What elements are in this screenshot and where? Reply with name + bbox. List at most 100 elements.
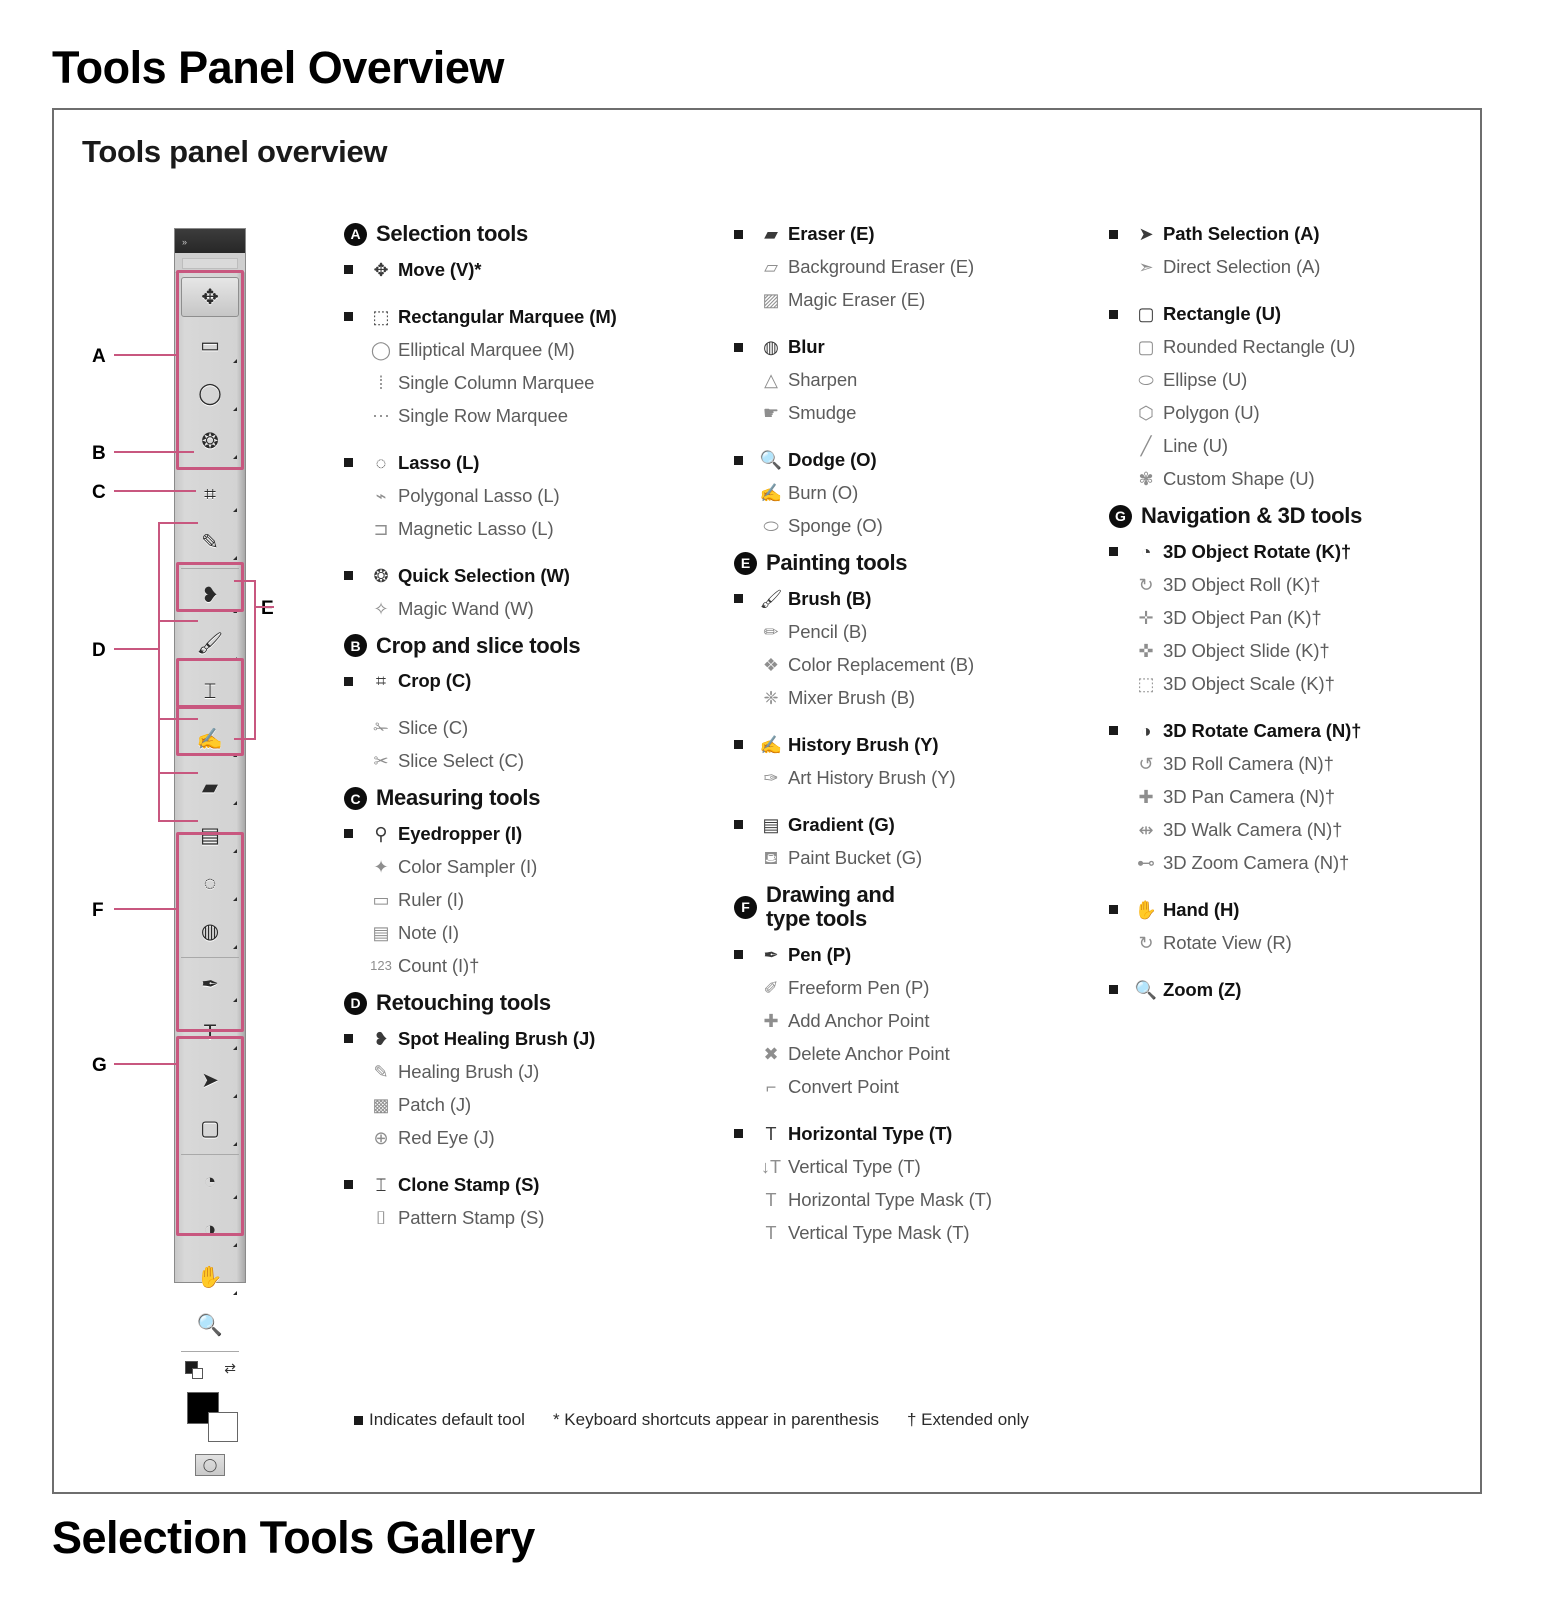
palette-slot-move-tool[interactable]: ✥ <box>175 273 245 321</box>
palette-slot-horizontal-type-tool[interactable]: T <box>175 1008 245 1056</box>
flyout-triangle-icon[interactable] <box>233 1291 237 1295</box>
tool-row[interactable]: ╱ Line (U) <box>1109 434 1469 467</box>
tool-row[interactable]: ✚ 3D Pan Camera (N)† <box>1109 785 1469 818</box>
quick-mask-icon[interactable]: ◯ <box>195 1454 225 1476</box>
tool-row[interactable]: ▱ Background Eraser (E) <box>734 255 1079 288</box>
tool-row[interactable]: △ Sharpen <box>734 368 1079 401</box>
tool-row[interactable]: ❖ Color Replacement (B) <box>734 653 1079 686</box>
tool-row[interactable]: ✍ Burn (O) <box>734 481 1079 514</box>
palette-slot-crop-tool[interactable]: ⌗ <box>175 470 245 518</box>
flyout-triangle-icon[interactable] <box>233 801 237 805</box>
palette-slot-lasso-tool[interactable]: ◯ <box>175 369 245 417</box>
palette-slot-3d-rotate-camera-tool[interactable]: ◑ <box>175 1205 245 1253</box>
tool-row[interactable]: ⬚ Rectangular Marquee (M) <box>344 305 694 338</box>
foreground-background-colors[interactable] <box>175 1388 245 1446</box>
tool-row[interactable]: ⁞ Single Column Marquee <box>344 371 694 404</box>
flyout-triangle-icon[interactable] <box>233 508 237 512</box>
flyout-triangle-icon[interactable] <box>233 556 237 560</box>
flyout-triangle-icon[interactable] <box>233 705 237 709</box>
palette-slot-zoom-tool[interactable]: 🔍 <box>175 1301 245 1349</box>
palette-slot-3d-object-rotate-tool[interactable]: ◔ <box>175 1157 245 1205</box>
flyout-triangle-icon[interactable] <box>233 1094 237 1098</box>
tool-row[interactable]: ✾ Custom Shape (U) <box>1109 467 1469 500</box>
tool-row[interactable]: ⋯ Single Row Marquee <box>344 404 694 437</box>
tool-row[interactable]: ⌗ Crop (C) <box>344 669 694 702</box>
palette-slot-path-selection-tool[interactable]: ➤ <box>175 1056 245 1104</box>
palette-slot-brush-tool[interactable]: 🖌 <box>175 619 245 667</box>
tool-row[interactable]: ✍ History Brush (Y) <box>734 733 1079 766</box>
flyout-triangle-icon[interactable] <box>233 1046 237 1050</box>
flyout-triangle-icon[interactable] <box>233 407 237 411</box>
tool-row[interactable]: ⌶ Clone Stamp (S) <box>344 1173 694 1206</box>
default-colors-row[interactable]: ⇄ <box>175 1354 245 1388</box>
tool-row[interactable]: ⊷ 3D Zoom Camera (N)† <box>1109 851 1469 884</box>
palette-slot-eraser-tool[interactable]: ▰ <box>175 763 245 811</box>
tool-row[interactable]: ⇹ 3D Walk Camera (N)† <box>1109 818 1469 851</box>
tool-row[interactable]: ☛ Smudge <box>734 401 1079 434</box>
tool-row[interactable]: ✛ 3D Object Pan (K)† <box>1109 606 1469 639</box>
palette-slot-blur-tool[interactable]: ◌ <box>175 859 245 907</box>
tool-row[interactable]: ✦ Color Sampler (I) <box>344 855 694 888</box>
palette-slot-rectangular-marquee-tool[interactable]: ▭ <box>175 321 245 369</box>
palette-slot-spot-healing-brush-tool[interactable]: ❥ <box>175 571 245 619</box>
tool-row[interactable]: ✎ Healing Brush (J) <box>344 1060 694 1093</box>
flyout-triangle-icon[interactable] <box>233 657 237 661</box>
tool-row[interactable]: 🔍 Dodge (O) <box>734 448 1079 481</box>
tool-row[interactable]: ✚ Add Anchor Point <box>734 1009 1079 1042</box>
swap-colors-icon[interactable]: ⇄ <box>224 1360 236 1377</box>
tool-row[interactable]: ◯ Elliptical Marquee (M) <box>344 338 694 371</box>
tool-row[interactable]: ◔ 3D Object Rotate (K)† <box>1109 540 1469 573</box>
tool-row[interactable]: ⬭ Ellipse (U) <box>1109 368 1469 401</box>
tool-row[interactable]: ▢ Rectangle (U) <box>1109 302 1469 335</box>
flyout-triangle-icon[interactable] <box>233 753 237 757</box>
tool-row[interactable]: ✏ Pencil (B) <box>734 620 1079 653</box>
flyout-triangle-icon[interactable] <box>233 945 237 949</box>
tool-row[interactable]: ✥ Move (V)* <box>344 258 694 291</box>
tool-row[interactable]: ✧ Magic Wand (W) <box>344 597 694 630</box>
tool-row[interactable]: 🖌 Brush (B) <box>734 587 1079 620</box>
tool-row[interactable]: ⌷ Pattern Stamp (S) <box>344 1206 694 1239</box>
tool-row[interactable]: ✋ Hand (H) <box>1109 898 1469 931</box>
flyout-triangle-icon[interactable] <box>233 455 237 459</box>
collapse-chevron-icon[interactable]: » <box>182 237 187 247</box>
tool-row[interactable]: ✑ Art History Brush (Y) <box>734 766 1079 799</box>
tool-row[interactable]: ⬭ Sponge (O) <box>734 514 1079 547</box>
tool-row[interactable]: ⬚ 3D Object Scale (K)† <box>1109 672 1469 705</box>
palette-slot-gradient-tool[interactable]: ▤ <box>175 811 245 859</box>
tool-row[interactable]: ▤ Note (I) <box>344 921 694 954</box>
background-color-swatch[interactable] <box>208 1412 238 1442</box>
tool-row[interactable]: ⌁ Polygonal Lasso (L) <box>344 484 694 517</box>
palette-slot-rectangle-tool[interactable]: ▢ <box>175 1104 245 1152</box>
palette-slot-dodge-tool[interactable]: ◍ <box>175 907 245 955</box>
tool-row[interactable]: ✖ Delete Anchor Point <box>734 1042 1079 1075</box>
tool-row[interactable]: ↻ 3D Object Roll (K)† <box>1109 573 1469 606</box>
default-background-swatch-icon[interactable] <box>192 1368 203 1379</box>
tool-row[interactable]: ➣ Direct Selection (A) <box>1109 255 1469 288</box>
tool-row[interactable]: ◍ Blur <box>734 335 1079 368</box>
flyout-triangle-icon[interactable] <box>233 609 237 613</box>
flyout-triangle-icon[interactable] <box>233 1142 237 1146</box>
tool-row[interactable]: ➤ Path Selection (A) <box>1109 222 1469 255</box>
flyout-triangle-icon[interactable] <box>233 1195 237 1199</box>
tool-row[interactable]: ⚲ Eyedropper (I) <box>344 822 694 855</box>
tool-row[interactable]: ❈ Mixer Brush (B) <box>734 686 1079 719</box>
tool-row[interactable]: T Horizontal Type Mask (T) <box>734 1188 1079 1221</box>
tool-row[interactable]: ❥ Spot Healing Brush (J) <box>344 1027 694 1060</box>
palette-slot-pen-tool[interactable]: ✒ <box>175 960 245 1008</box>
flyout-triangle-icon[interactable] <box>233 359 237 363</box>
palette-slot-eyedropper-tool[interactable]: ✎ <box>175 518 245 566</box>
tool-row[interactable]: ⛾ Paint Bucket (G) <box>734 846 1079 879</box>
tool-row[interactable]: ⬡ Polygon (U) <box>1109 401 1469 434</box>
palette-slot-quick-selection-tool[interactable]: ❂ <box>175 417 245 465</box>
palette-slot-hand-tool[interactable]: ✋ <box>175 1253 245 1301</box>
tool-row[interactable]: ↓T Vertical Type (T) <box>734 1155 1079 1188</box>
tool-row[interactable]: ↻ Rotate View (R) <box>1109 931 1469 964</box>
tool-row[interactable]: T Horizontal Type (T) <box>734 1122 1079 1155</box>
tool-row[interactable]: ▨ Magic Eraser (E) <box>734 288 1079 321</box>
tool-row[interactable]: 🔍 Zoom (Z) <box>1109 978 1469 1011</box>
tool-row[interactable]: ▭ Ruler (I) <box>344 888 694 921</box>
quick-mask-toggle[interactable]: ◯ <box>175 1446 245 1484</box>
tool-row[interactable]: ✁ Slice (C) <box>344 716 694 749</box>
tool-row[interactable]: ⊐ Magnetic Lasso (L) <box>344 517 694 550</box>
tool-row[interactable]: ◌ Lasso (L) <box>344 451 694 484</box>
